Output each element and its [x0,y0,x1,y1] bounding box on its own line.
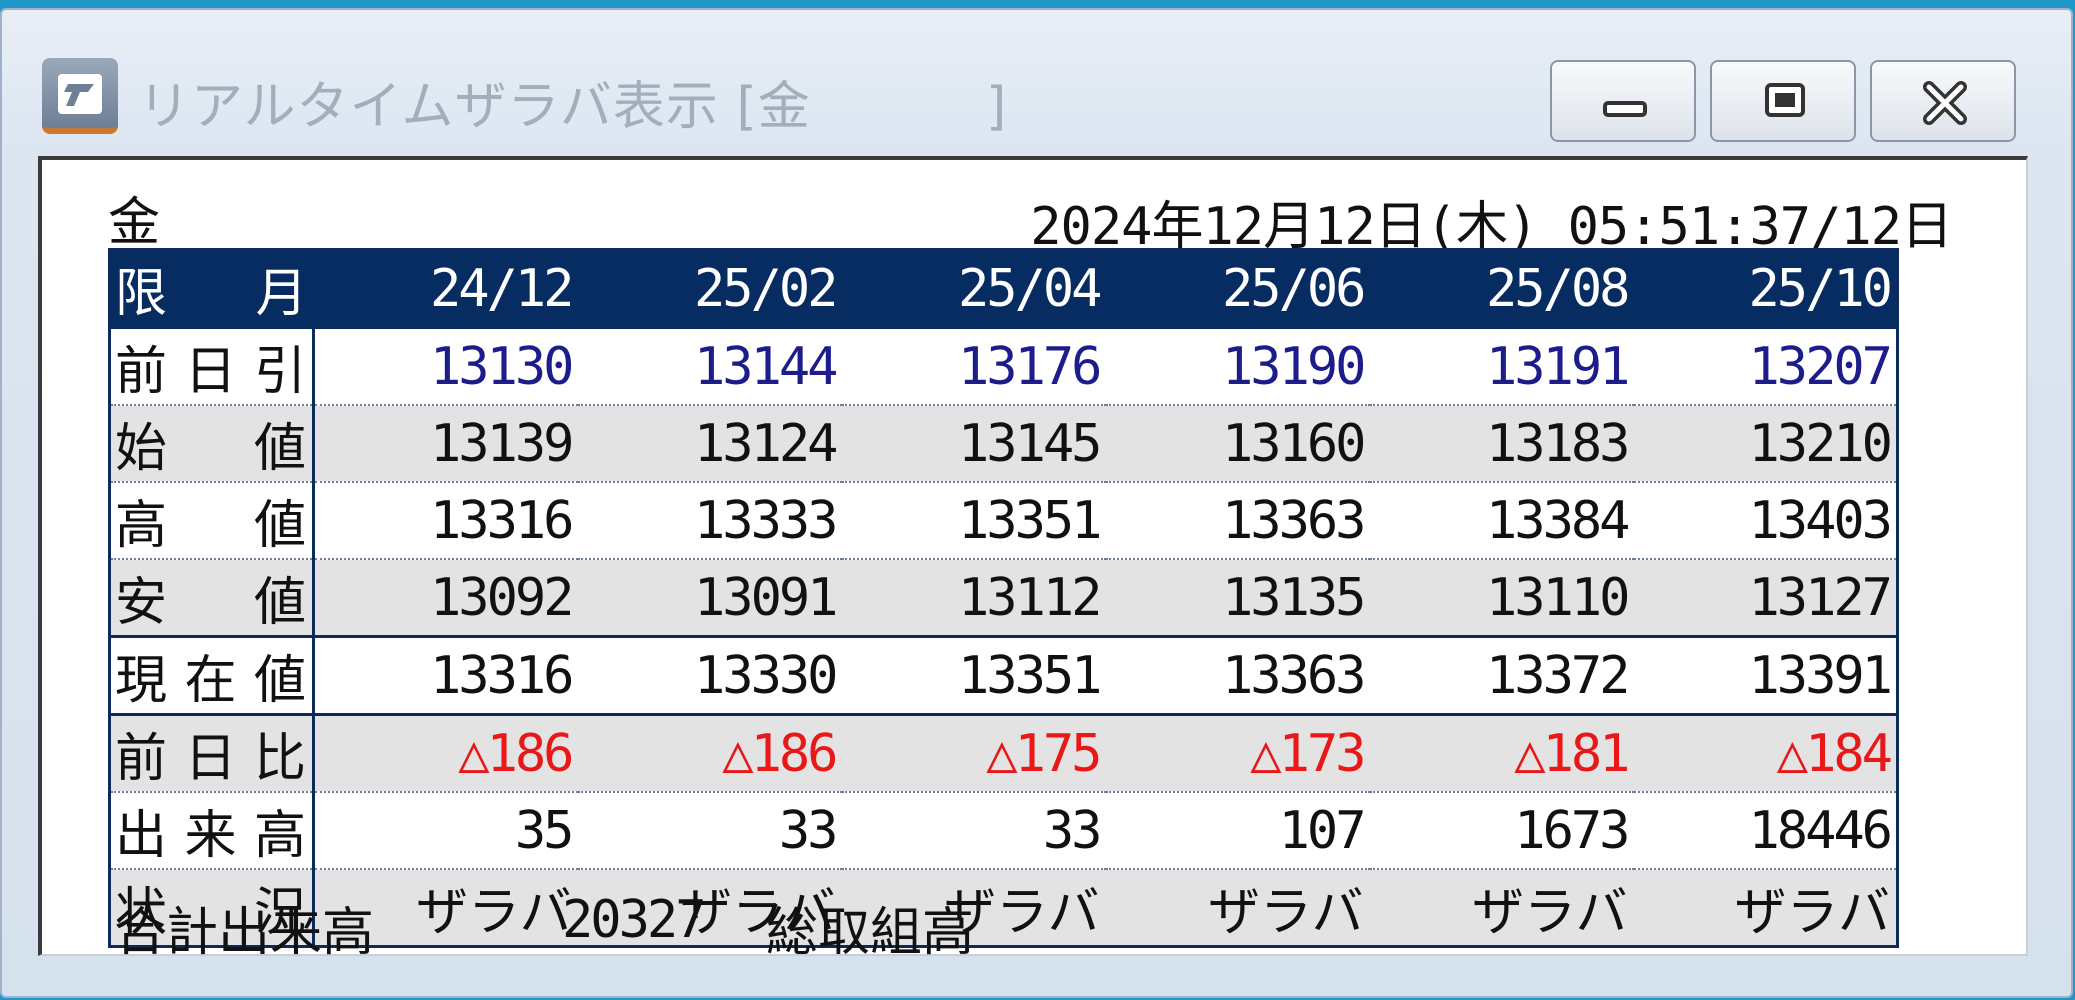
table-cell: 13363 [1105,482,1370,560]
table-cell: 13124 [577,405,842,483]
table-row: 始 値 13139 13124 13145 13160 13183 13210 [109,405,1898,483]
column-header[interactable]: 24/12 [313,249,578,329]
column-header[interactable]: 25/02 [577,249,842,329]
table-cell: 33 [577,792,842,870]
table-cell: 18446 [1633,792,1898,870]
table-row: 前日引 13130 13144 13176 13190 13191 13207 [109,327,1898,406]
table-cell: 13160 [1105,405,1370,483]
table-cell: 13316 [313,482,578,560]
table-cell: 13127 [1633,559,1898,638]
table-cell: 13091 [577,559,842,638]
table-cell: △184 [1633,714,1898,793]
contract-month-header: 限 月 24/12 25/02 25/04 25/06 25/08 25/10 [109,249,1898,329]
table-cell: 13191 [1369,327,1634,406]
table-cell: ザラバ [1105,869,1370,947]
table-cell: 13110 [1369,559,1634,638]
column-header[interactable]: 25/06 [1105,249,1370,329]
table-cell: △186 [577,714,842,793]
open-interest-label: 総取組高 [766,903,975,963]
table-cell: 13092 [313,559,578,638]
row-label: 現在値 [109,636,315,716]
table-cell: △173 [1105,714,1370,793]
maximize-icon [1765,83,1805,117]
table-cell: 13139 [313,405,578,483]
table-cell: 13130 [313,327,578,406]
minimize-button[interactable] [1550,60,1696,142]
table-row: 高 値 13316 13333 13351 13363 13384 13403 [109,482,1898,560]
table-cell: 13183 [1369,405,1634,483]
table-cell: 13372 [1369,636,1634,716]
table-cell: △186 [313,714,578,793]
minimize-icon [1603,101,1647,117]
row-label: 出来高 [109,792,315,870]
table-cell: 35 [313,792,578,870]
table-row: 状 況 ザラバ ザラバ ザラバ ザラバ ザラバ ザラバ [109,869,1898,947]
table-cell: 13144 [577,327,842,406]
total-volume-value: 20327 [562,890,707,950]
table-cell: 13403 [1633,482,1898,560]
total-volume-label: 合計出来高 [114,903,375,963]
column-header: 限 月 [109,249,314,329]
table-cell: △175 [841,714,1106,793]
table-cell: △181 [1369,714,1634,793]
row-label: 前日引 [109,327,315,406]
table-cell: 13112 [841,559,1106,638]
quote-table: 限 月 24/12 25/02 25/04 25/06 25/08 25/10 … [108,248,1899,948]
table-cell: 13351 [841,482,1106,560]
column-header[interactable]: 25/08 [1369,249,1634,329]
title-bar[interactable]: リアルタイムザラバ表示 [金 ] [2,10,2071,160]
row-label: 高 値 [109,482,315,560]
realtime-quote-window: リアルタイムザラバ表示 [金 ] 金 2024年12月12日(木) 05:51:… [0,8,2073,998]
table-cell: 13330 [577,636,842,716]
table-cell: 13176 [841,327,1106,406]
quote-panel: 金 2024年12月12日(木) 05:51:37/12日 限 月 24/12 … [38,156,2028,963]
table-cell: 13316 [313,636,578,716]
commodity-name: 金 [108,193,161,253]
table-cell: 13210 [1633,405,1898,483]
table-row: 現在値 13316 13330 13351 13363 13372 13391 [109,636,1898,716]
table-cell: ザラバ [1369,869,1634,947]
table-cell: 13135 [1105,559,1370,638]
table-cell: 13190 [1105,327,1370,406]
row-label: 安 値 [109,559,315,638]
app-logo-icon[interactable] [42,58,118,134]
table-cell: 1673 [1369,792,1634,870]
column-header[interactable]: 25/04 [841,249,1106,329]
table-row: 前日比 △186 △186 △175 △173 △181 △184 [109,714,1898,793]
table-row: 出来高 35 33 33 107 1673 18446 [109,792,1898,870]
close-icon [1923,81,1967,125]
table-cell: 13145 [841,405,1106,483]
table-cell: 13333 [577,482,842,560]
table-cell: 33 [841,792,1106,870]
row-label: 始 値 [109,405,315,483]
window-title: リアルタイムザラバ表示 [金 ] [138,77,1008,137]
column-header[interactable]: 25/10 [1633,249,1898,329]
table-cell: 13351 [841,636,1106,716]
table-cell: 13363 [1105,636,1370,716]
table-cell: 13384 [1369,482,1634,560]
close-button[interactable] [1870,60,2016,142]
table-cell: 13207 [1633,327,1898,406]
table-cell: 13391 [1633,636,1898,716]
table-cell: 107 [1105,792,1370,870]
row-label: 前日比 [109,714,315,793]
maximize-button[interactable] [1710,60,1856,142]
table-cell: ザラバ [1633,869,1898,947]
table-row: 安 値 13092 13091 13112 13135 13110 13127 [109,559,1898,638]
